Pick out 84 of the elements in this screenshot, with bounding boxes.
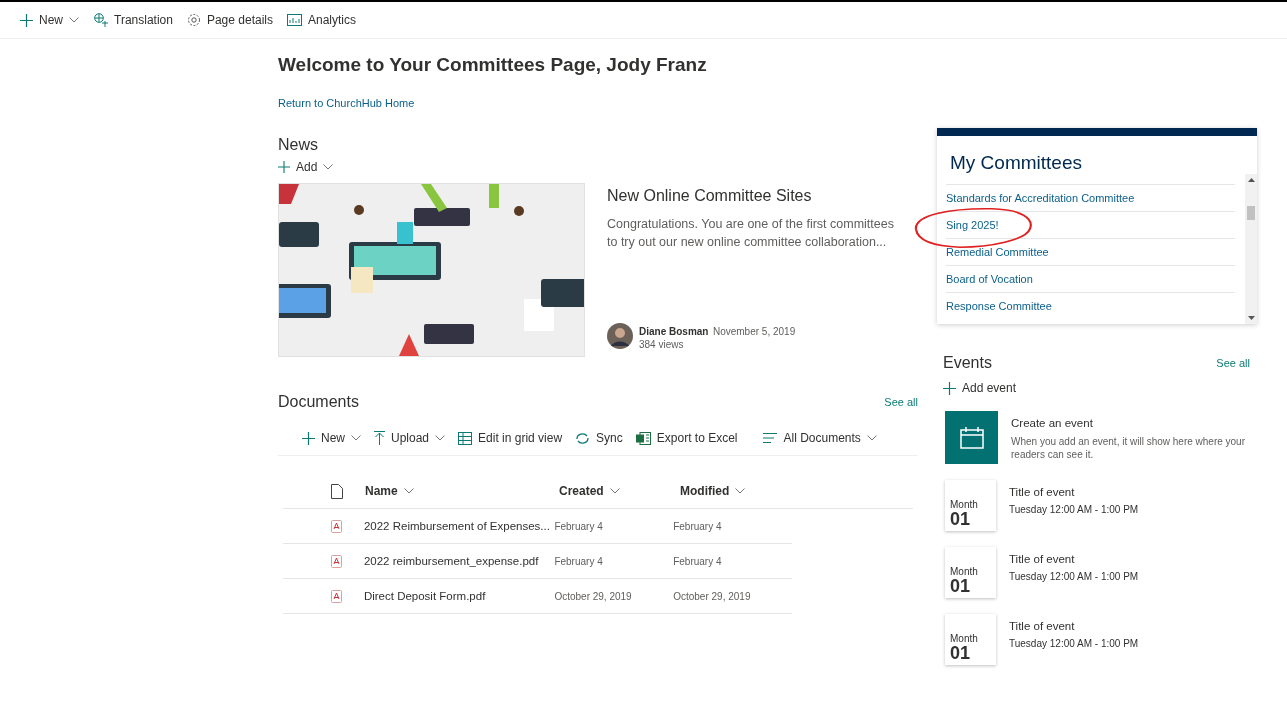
spreadsheet-icon [635, 431, 651, 445]
home-link[interactable]: Return to ChurchHub Home [278, 97, 415, 109]
column-header[interactable]: Created [559, 484, 680, 498]
add-button[interactable]: Add [278, 160, 334, 174]
avatar-icon [607, 322, 633, 349]
news-summary: Congratulations. You are one of the first committees to try out our new online committee collaboration... [607, 216, 895, 251]
chevron-icon [866, 435, 877, 441]
event-month: Month [950, 566, 979, 577]
view-count: 384 views [639, 339, 685, 350]
event-description: When you add an event, it will show here where your readers can see it. [1011, 435, 1246, 461]
committee-link[interactable]: Sing 2025! [946, 211, 1235, 238]
command-button[interactable]: Analytics [287, 13, 356, 27]
event-day: 01 [950, 644, 996, 662]
event-title[interactable]: Title of event [1009, 620, 1249, 632]
event-month: Month [950, 633, 979, 644]
event-title[interactable]: Title of event [1009, 553, 1249, 565]
section-title: Documents [278, 393, 359, 411]
pdf-icon [330, 589, 342, 603]
committee-link[interactable]: Standards for Accreditation Committee [946, 184, 1235, 211]
see-all-link[interactable]: See all [1216, 357, 1250, 369]
event-time: Tuesday 12:00 AM - 1:00 PM [1009, 638, 1140, 649]
file-name[interactable]: 2022 Reimbursement of Expenses... [363, 520, 555, 532]
section-title: News [278, 136, 319, 154]
sync-icon [575, 431, 591, 445]
command-button[interactable]: Translation [93, 13, 173, 27]
plus-icon [943, 381, 956, 395]
gear-icon [186, 13, 201, 27]
plus-icon [278, 161, 290, 173]
event-day: 01 [950, 510, 996, 528]
modified-date: October 29, 2019 [673, 590, 752, 602]
view-dropdown[interactable]: All Documents [763, 431, 877, 445]
chevron-icon [609, 488, 620, 494]
toolbar-button[interactable]: Upload [374, 431, 446, 445]
chevron-icon [403, 488, 414, 494]
upload-icon [374, 431, 385, 445]
toolbar-button[interactable]: Export to Excel [635, 431, 738, 445]
created-date: October 29, 2019 [554, 590, 633, 602]
author-name: Diane Bosman [639, 326, 709, 337]
chevron-icon [69, 17, 79, 23]
modified-date: February 4 [673, 520, 723, 532]
column-header[interactable]: Name [365, 484, 559, 498]
news-date: November 5, 2019 [712, 326, 796, 337]
file-name[interactable]: Direct Deposit Form.pdf [363, 590, 555, 602]
event-day: 01 [950, 577, 996, 595]
grid-icon [458, 431, 473, 445]
scroll-bar[interactable] [1245, 174, 1257, 324]
chevron-icon [323, 164, 334, 170]
chart-icon [287, 14, 302, 26]
pdf-icon [330, 554, 342, 568]
event-month: Month [950, 499, 979, 510]
plus-icon [20, 13, 33, 27]
committee-link[interactable]: Response Committee [946, 292, 1235, 319]
created-date: February 4 [554, 520, 604, 532]
event-time: Tuesday 12:00 AM - 1:00 PM [1009, 571, 1140, 582]
lines-icon [763, 433, 778, 443]
column-header[interactable]: Modified [680, 484, 801, 498]
toolbar-button[interactable]: New [302, 431, 361, 445]
news-headline[interactable]: New Online Committee Sites [607, 187, 907, 205]
modified-date: February 4 [673, 555, 723, 567]
command-button[interactable]: New [20, 13, 79, 27]
file-icon [331, 483, 343, 499]
committee-link[interactable]: Remedial Committee [946, 238, 1235, 265]
toolbar-button[interactable]: Sync [575, 431, 623, 445]
card-title: My Committees [949, 151, 1083, 175]
plus-icon [302, 431, 315, 445]
chevron-icon [735, 488, 746, 494]
toolbar-button[interactable]: Edit in grid view [458, 431, 563, 445]
committee-link[interactable]: Board of Vocation [946, 265, 1235, 292]
created-date: February 4 [554, 555, 604, 567]
add-event-button[interactable]: Add event [943, 381, 1017, 395]
file-name[interactable]: 2022 reimbursement_expense.pdf [363, 555, 555, 567]
calendar-tile[interactable] [945, 411, 998, 464]
calendar-icon [959, 426, 984, 449]
event-time: Tuesday 12:00 AM - 1:00 PM [1009, 504, 1140, 515]
chevron-icon [351, 435, 361, 441]
page-title: Welcome to Your Committees Page, Jody Franz [278, 54, 708, 76]
pdf-icon [330, 519, 342, 533]
globe-icon [93, 13, 108, 27]
event-title[interactable]: Create an event [1011, 417, 1251, 429]
event-title[interactable]: Title of event [1009, 486, 1249, 498]
section-title: Events [943, 354, 992, 372]
see-all-link[interactable]: See all [884, 396, 918, 408]
command-button[interactable]: Page details [186, 13, 273, 27]
chevron-icon [435, 435, 446, 441]
